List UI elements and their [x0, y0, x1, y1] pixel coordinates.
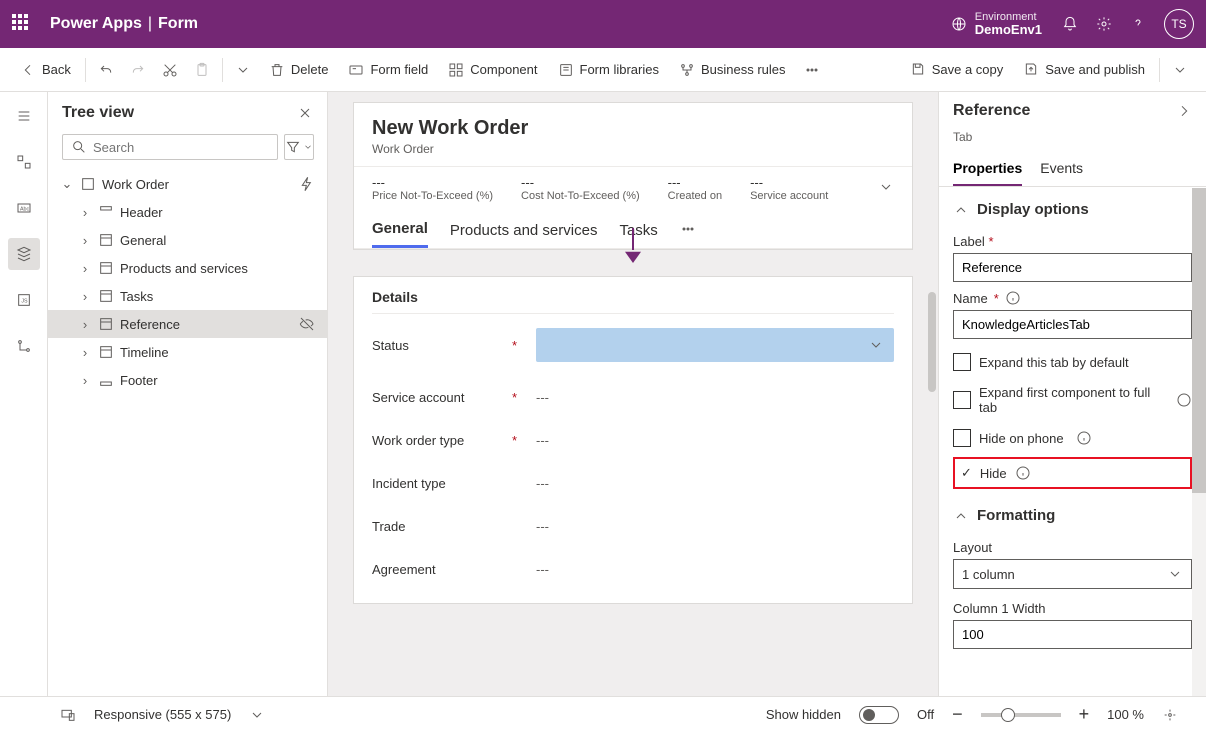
save-copy-button[interactable]: Save a copy: [900, 56, 1014, 84]
rail-js[interactable]: JS: [8, 284, 40, 316]
bell-icon[interactable]: [1062, 16, 1078, 32]
gear-icon[interactable]: [1096, 16, 1112, 32]
checkbox-hide-phone[interactable]: Hide on phone: [953, 429, 1192, 447]
zoom-out[interactable]: −: [952, 704, 963, 725]
close-icon[interactable]: [297, 105, 313, 121]
overflow-icon[interactable]: [796, 54, 828, 86]
zoom-value: 100 %: [1107, 707, 1144, 722]
tree-node-general[interactable]: ›General: [48, 226, 327, 254]
tree-node-footer[interactable]: ›Footer: [48, 366, 327, 394]
chevron-down-icon[interactable]: [1164, 54, 1196, 86]
fit-icon[interactable]: [1162, 707, 1178, 723]
paste-button[interactable]: [186, 54, 218, 86]
tree-panel: Tree view ⌄Work Order ›Header ›General ›…: [48, 92, 328, 696]
zoom-slider[interactable]: [981, 713, 1061, 717]
help-icon[interactable]: [1130, 16, 1146, 32]
waffle-icon[interactable]: [12, 14, 32, 34]
command-bar: Back Delete Form field Component Form li…: [0, 48, 1206, 92]
rail-rules[interactable]: [8, 330, 40, 362]
layout-select[interactable]: 1 column: [953, 559, 1192, 589]
zoom-in[interactable]: +: [1079, 704, 1090, 725]
chevron-down-icon[interactable]: [227, 54, 259, 86]
checkbox-expand-full[interactable]: Expand first component to full tab: [953, 385, 1192, 415]
rail-abc[interactable]: Abc: [8, 192, 40, 224]
props-scrollbar[interactable]: [1192, 188, 1206, 696]
info-icon: [1015, 465, 1031, 481]
status-select[interactable]: [536, 328, 894, 362]
properties-panel: Reference Tab Properties Events Display …: [938, 92, 1206, 696]
search-input[interactable]: [62, 134, 278, 160]
tab-properties[interactable]: Properties: [953, 152, 1022, 186]
save-publish-button[interactable]: Save and publish: [1013, 56, 1155, 84]
rail-tree[interactable]: [8, 238, 40, 270]
search-icon: [71, 139, 87, 155]
show-hidden-toggle[interactable]: [859, 706, 899, 724]
tree-node-products[interactable]: ›Products and services: [48, 254, 327, 282]
cut-button[interactable]: [154, 54, 186, 86]
undo-button[interactable]: [90, 54, 122, 86]
left-rail: Abc JS: [0, 92, 48, 696]
redo-button[interactable]: [122, 54, 154, 86]
svg-text:Abc: Abc: [20, 207, 30, 213]
section-formatting[interactable]: Formatting: [953, 503, 1192, 532]
app-title: Power Apps|Form: [50, 15, 198, 33]
props-type: Tab: [939, 130, 1206, 152]
info-icon: [1076, 430, 1092, 446]
globe-icon: [951, 16, 967, 32]
section-display-options[interactable]: Display options: [953, 197, 1192, 226]
name-input[interactable]: [953, 310, 1192, 339]
filter-button[interactable]: [284, 134, 314, 160]
canvas-scrollbar[interactable]: [928, 292, 936, 392]
rail-hamburger[interactable]: [8, 100, 40, 132]
label-input[interactable]: [953, 253, 1192, 282]
form-libraries-button[interactable]: Form libraries: [548, 56, 669, 84]
form-subtitle: Work Order: [372, 142, 894, 156]
environment-picker[interactable]: EnvironmentDemoEnv1: [951, 11, 1042, 37]
app-header: Power Apps|Form EnvironmentDemoEnv1 TS: [0, 0, 1206, 48]
rail-components[interactable]: [8, 146, 40, 178]
component-button[interactable]: Component: [438, 56, 547, 84]
svg-text:JS: JS: [21, 299, 28, 305]
responsive-label[interactable]: Responsive (555 x 575): [94, 707, 231, 722]
tree-node-header[interactable]: ›Header: [48, 198, 327, 226]
status-bar: Responsive (555 x 575) Show hidden Off −…: [0, 696, 1206, 732]
section-title: Details: [372, 289, 894, 314]
delete-button[interactable]: Delete: [259, 56, 339, 84]
checkbox-expand-default[interactable]: Expand this tab by default: [953, 353, 1192, 371]
responsive-icon: [60, 707, 76, 723]
lightning-icon: [299, 176, 315, 192]
form-title: New Work Order: [372, 117, 894, 140]
props-title: Reference: [953, 102, 1030, 120]
col1-width-input[interactable]: [953, 620, 1192, 649]
show-hidden-label: Show hidden: [766, 707, 841, 722]
tab-events[interactable]: Events: [1040, 152, 1083, 186]
checkbox-hide-highlighted[interactable]: ✓Hide: [953, 457, 1192, 489]
chevron-down-icon[interactable]: [249, 707, 265, 723]
tree-node-timeline[interactable]: ›Timeline: [48, 338, 327, 366]
back-button[interactable]: Back: [10, 56, 81, 84]
chevron-down-icon[interactable]: [878, 179, 894, 195]
tree-title: Tree view: [62, 104, 134, 122]
business-rules-button[interactable]: Business rules: [669, 56, 796, 84]
hidden-icon: [299, 316, 315, 332]
form-canvas: New Work Order Work Order ---Price Not-T…: [328, 92, 938, 696]
info-icon[interactable]: [1005, 290, 1021, 306]
chevron-right-icon[interactable]: [1176, 103, 1192, 119]
form-field-button[interactable]: Form field: [338, 56, 438, 84]
tree-node-tasks[interactable]: ›Tasks: [48, 282, 327, 310]
avatar[interactable]: TS: [1164, 9, 1194, 39]
tree-node-reference[interactable]: ›Reference: [48, 310, 327, 338]
info-icon: [1176, 392, 1192, 408]
form-section-details: Details Status* Service account*--- Work…: [353, 276, 913, 604]
tree-root[interactable]: ⌄Work Order: [48, 170, 327, 198]
